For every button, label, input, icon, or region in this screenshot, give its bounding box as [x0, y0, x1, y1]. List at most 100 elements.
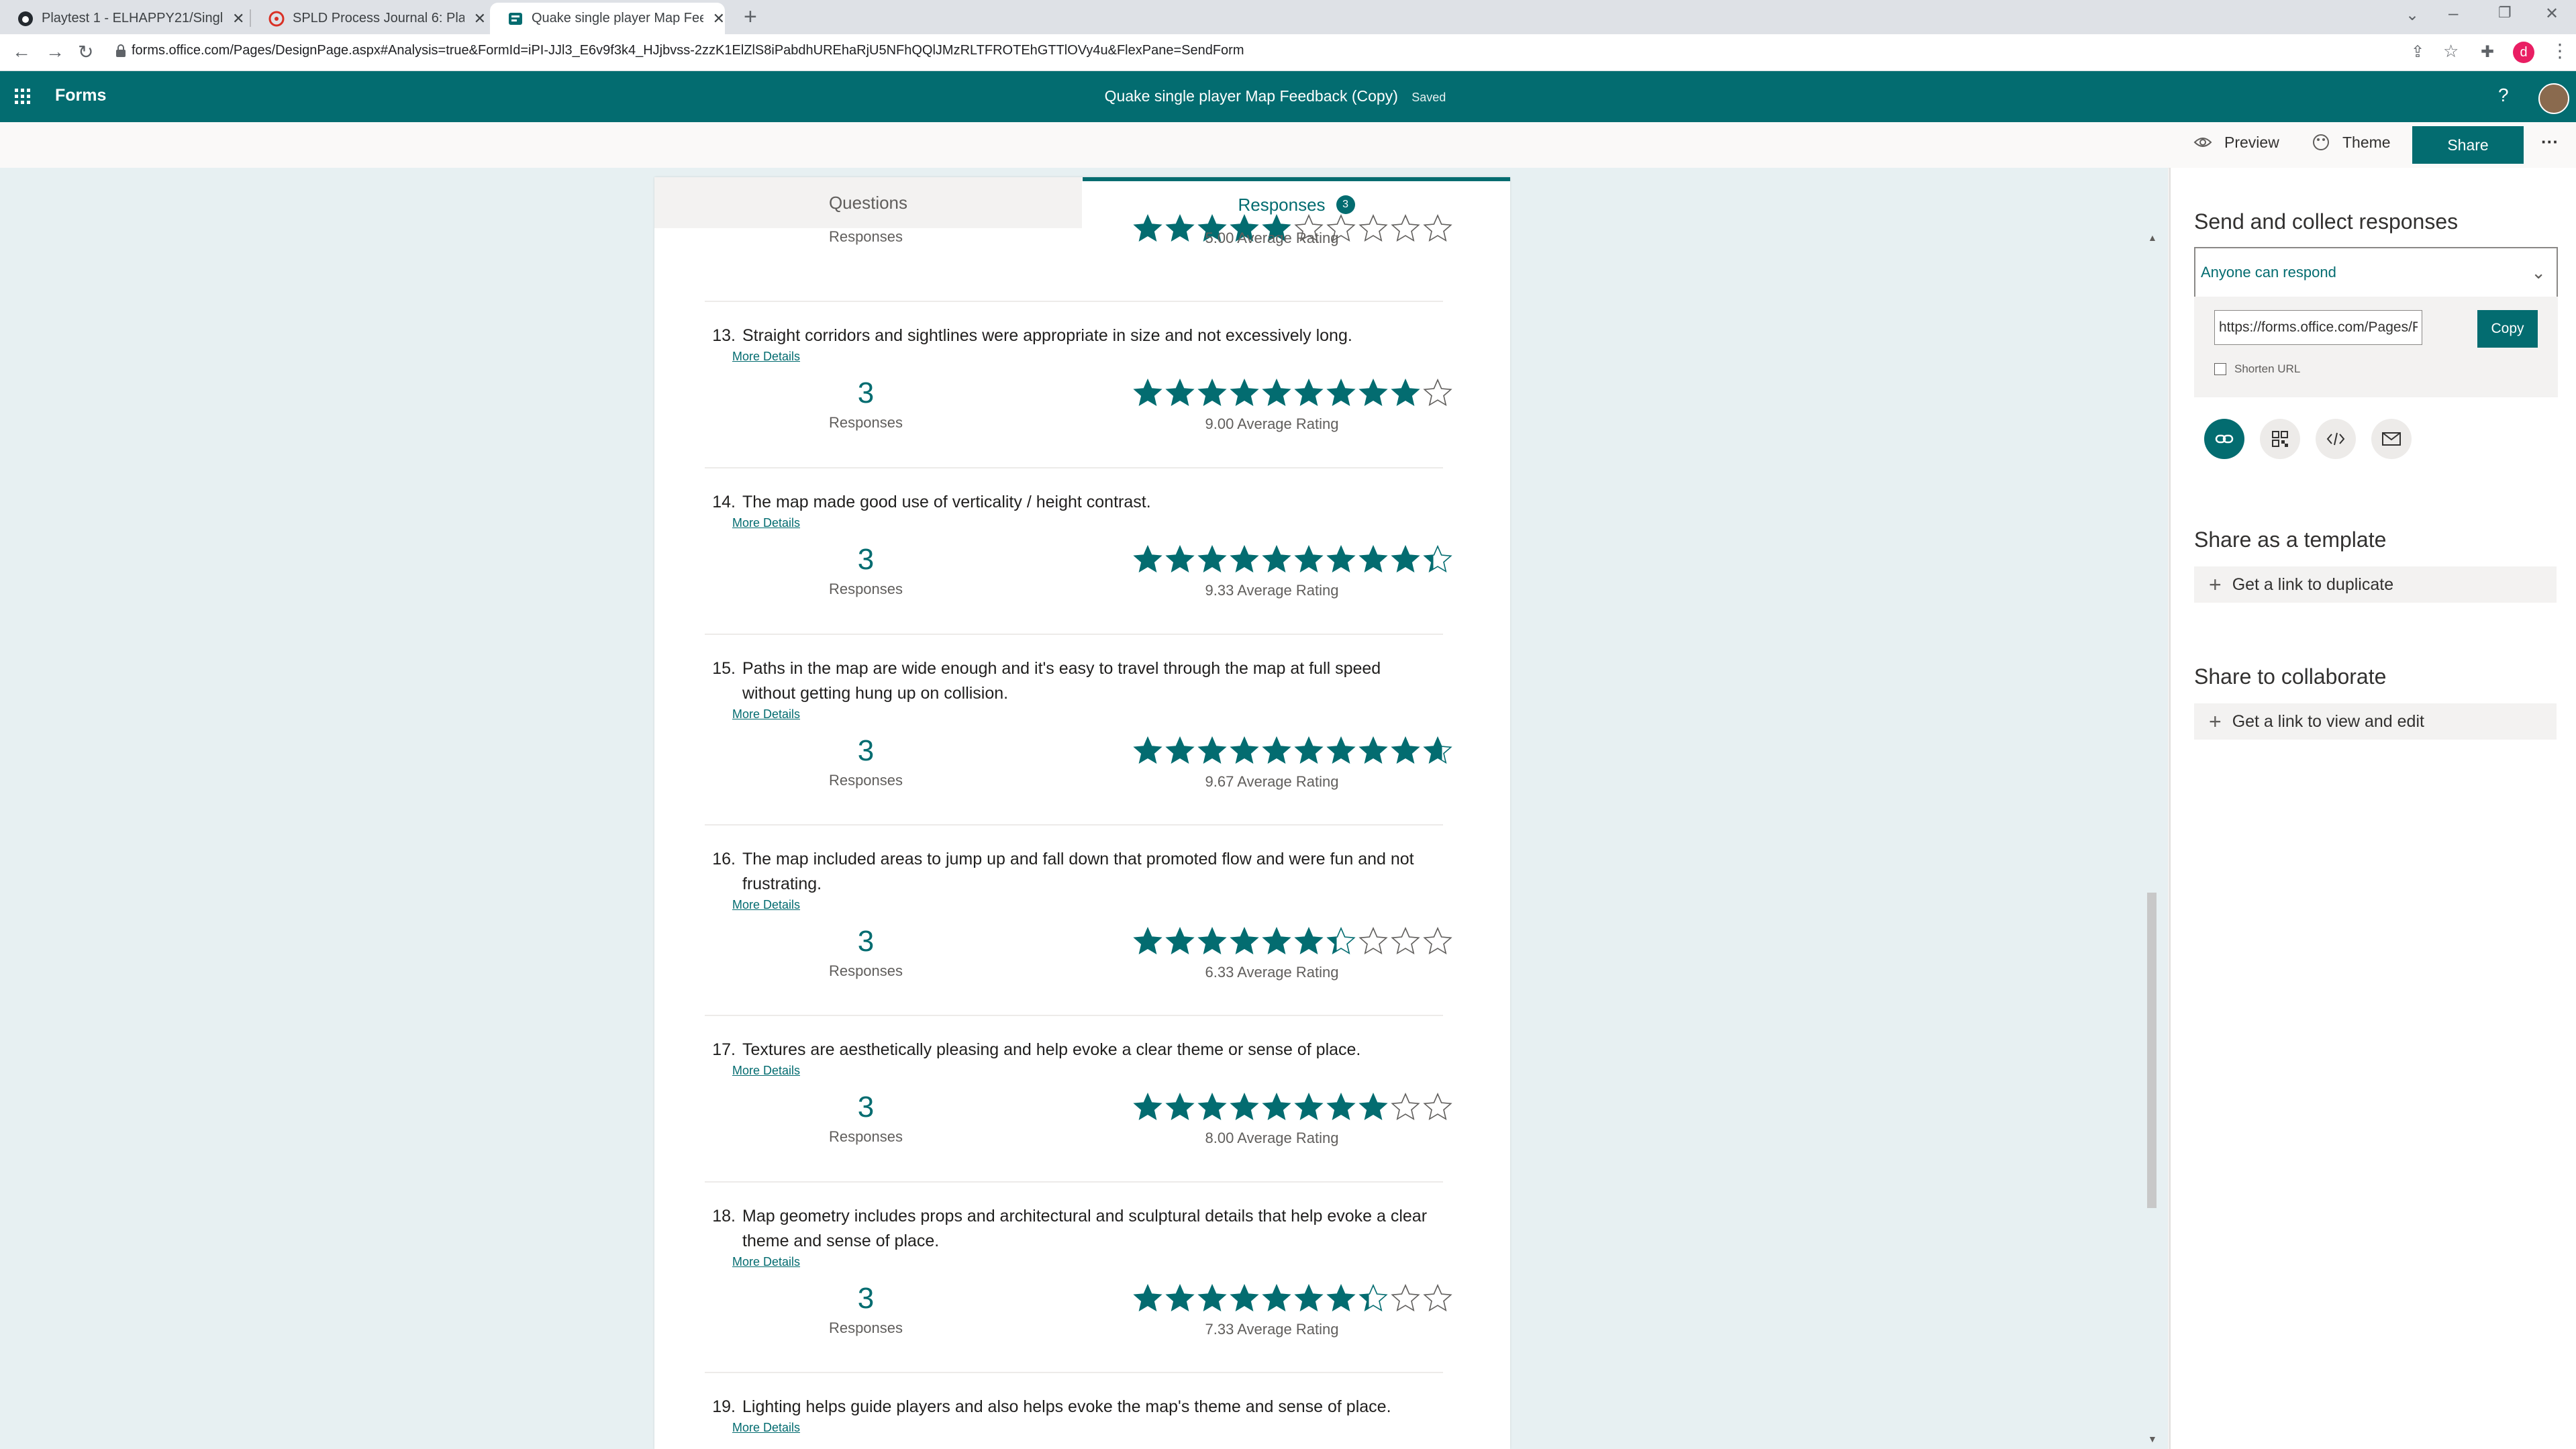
question-item: 15. Paths in the map are wide enough and … [705, 634, 1452, 826]
preview-button[interactable]: Preview [2193, 133, 2279, 152]
reload-icon[interactable]: ↻ [78, 41, 93, 63]
audience-dropdown[interactable]: Anyone can respond ⌄ [2194, 247, 2558, 298]
tab-title: Quake single player Map Feedba [532, 11, 703, 26]
more-details-link[interactable]: More Details [732, 516, 800, 530]
responses-label: Responses [828, 772, 903, 789]
question-number: 17. [712, 1040, 736, 1059]
responses-label: Responses [828, 1128, 903, 1145]
theme-button[interactable]: Theme [2312, 133, 2391, 152]
shorten-url-checkbox[interactable]: Shorten URL [2214, 362, 2300, 376]
link-icon[interactable] [2204, 419, 2244, 459]
more-options-icon[interactable]: ··· [2541, 132, 2559, 152]
back-icon[interactable]: ← [12, 41, 31, 62]
close-tab-icon[interactable]: ✕ [713, 10, 725, 28]
star-filled-icon [1262, 544, 1291, 573]
scrollbar-thumb[interactable] [2147, 893, 2157, 1208]
star-filled-icon [1326, 1283, 1356, 1312]
more-details-link[interactable]: More Details [732, 898, 800, 912]
star-filled-icon [1133, 926, 1162, 955]
response-count: 3 [857, 734, 875, 767]
close-window-icon[interactable]: ✕ [2545, 4, 2559, 23]
extensions-icon[interactable]: ✚ [2481, 42, 2494, 62]
star-filled-icon [1197, 736, 1227, 764]
star-rating [1133, 1283, 1455, 1313]
qr-code-icon[interactable] [2260, 419, 2300, 459]
question-title: 18. Map geometry includes props and archi… [705, 1204, 1443, 1254]
form-title-area: Quake single player Map Feedback (Copy) … [1007, 87, 1544, 105]
question-item: 14. The map made good use of verticality … [705, 467, 1452, 635]
star-filled-icon [1230, 926, 1259, 955]
question-title: 19. Lighting helps guide players and also… [705, 1395, 1443, 1419]
browser-tab-3-active[interactable]: Quake single player Map Feedba ✕ [490, 3, 725, 34]
responses-label: Responses [828, 581, 903, 597]
content-scrollbar[interactable]: ▲ ▼ [2144, 168, 2159, 1449]
star-filled-icon [1133, 213, 1162, 242]
star-filled-icon [1230, 1283, 1259, 1312]
star-filled-icon [1262, 736, 1291, 764]
copy-button[interactable]: Copy [2477, 310, 2538, 348]
scroll-down-icon[interactable]: ▼ [2148, 1434, 2157, 1444]
star-empty-icon [1423, 213, 1452, 242]
save-status: Saved [1411, 91, 1446, 104]
forms-app-bar: Forms Quake single player Map Feedback (… [0, 71, 2576, 122]
get-edit-link-button[interactable]: + Get a link to view and edit [2194, 703, 2557, 740]
browser-menu-icon[interactable]: ⋮ [2550, 40, 2569, 62]
email-icon[interactable] [2371, 419, 2412, 459]
browser-tab-2[interactable]: SPLD Process Journal 6: Playtesti ✕ [251, 3, 486, 34]
scroll-up-icon[interactable]: ▲ [2148, 232, 2157, 243]
star-filled-icon [1294, 926, 1324, 955]
share-page-icon[interactable]: ⇪ [2411, 42, 2424, 62]
star-empty-icon [1391, 1092, 1420, 1121]
star-filled-icon [1358, 736, 1388, 764]
response-count: 3 [857, 377, 875, 409]
more-details-link[interactable]: More Details [732, 707, 800, 721]
app-launcher-icon[interactable] [15, 89, 31, 108]
average-rating: 6.33 Average Rating [1205, 964, 1339, 981]
question-text: Map geometry includes props and architec… [742, 1207, 1428, 1226]
profile-avatar[interactable]: d [2513, 42, 2534, 63]
average-rating: 9.67 Average Rating [1205, 773, 1339, 790]
close-tab-icon[interactable]: ✕ [474, 10, 486, 28]
restore-icon[interactable]: ❐ [2498, 4, 2512, 21]
star-filled-icon [1262, 1283, 1291, 1312]
share-button[interactable]: Share [2412, 126, 2524, 164]
star-filled-icon [1391, 378, 1420, 407]
star-filled-icon [1165, 926, 1195, 955]
star-filled-icon [1133, 544, 1162, 573]
share-link-input[interactable] [2214, 310, 2422, 345]
web-icon [268, 11, 285, 27]
url-text[interactable]: forms.office.com/Pages/DesignPage.aspx#A… [132, 43, 1244, 58]
user-avatar[interactable] [2538, 83, 2569, 114]
get-duplicate-link-button[interactable]: + Get a link to duplicate [2194, 566, 2557, 603]
embed-icon[interactable] [2316, 419, 2356, 459]
star-filled-icon [1326, 378, 1356, 407]
star-filled-icon [1133, 378, 1162, 407]
question-title: 17. Textures are aesthetically pleasing a… [705, 1038, 1443, 1062]
more-details-link[interactable]: More Details [732, 350, 800, 364]
responses-label: Responses [828, 414, 903, 431]
browser-tab-1[interactable]: Playtest 1 - ELHAPPY21/Single-Pl ✕ [0, 3, 248, 34]
checkbox-box[interactable] [2214, 363, 2226, 375]
question-title: 13. Straight corridors and sightlines wer… [705, 323, 1443, 348]
new-tab-icon[interactable]: + [744, 4, 757, 30]
forward-icon[interactable]: → [46, 41, 64, 62]
star-filled-icon [1230, 736, 1259, 764]
more-details-link[interactable]: More Details [732, 1421, 800, 1435]
bookmark-star-icon[interactable]: ☆ [2443, 41, 2459, 62]
minimize-icon[interactable]: – [2448, 3, 2458, 23]
help-icon[interactable]: ? [2498, 85, 2509, 106]
browser-tab-bar: Playtest 1 - ELHAPPY21/Single-Pl ✕ SPLD … [0, 0, 2576, 34]
lock-icon[interactable] [115, 44, 126, 61]
github-icon [17, 11, 34, 27]
star-empty-icon [1423, 926, 1452, 955]
tab-search-icon[interactable]: ⌄ [2406, 5, 2419, 25]
star-filled-icon [1326, 1092, 1356, 1121]
more-details-link[interactable]: More Details [732, 1064, 800, 1078]
command-bar: Preview Theme Share ··· [0, 122, 2576, 168]
star-filled-icon [1165, 378, 1195, 407]
app-name[interactable]: Forms [55, 86, 106, 105]
more-details-link[interactable]: More Details [732, 1255, 800, 1269]
form-title[interactable]: Quake single player Map Feedback (Copy) [1105, 87, 1398, 105]
tab-questions[interactable]: Questions [654, 177, 1082, 228]
close-tab-icon[interactable]: ✕ [232, 10, 244, 28]
